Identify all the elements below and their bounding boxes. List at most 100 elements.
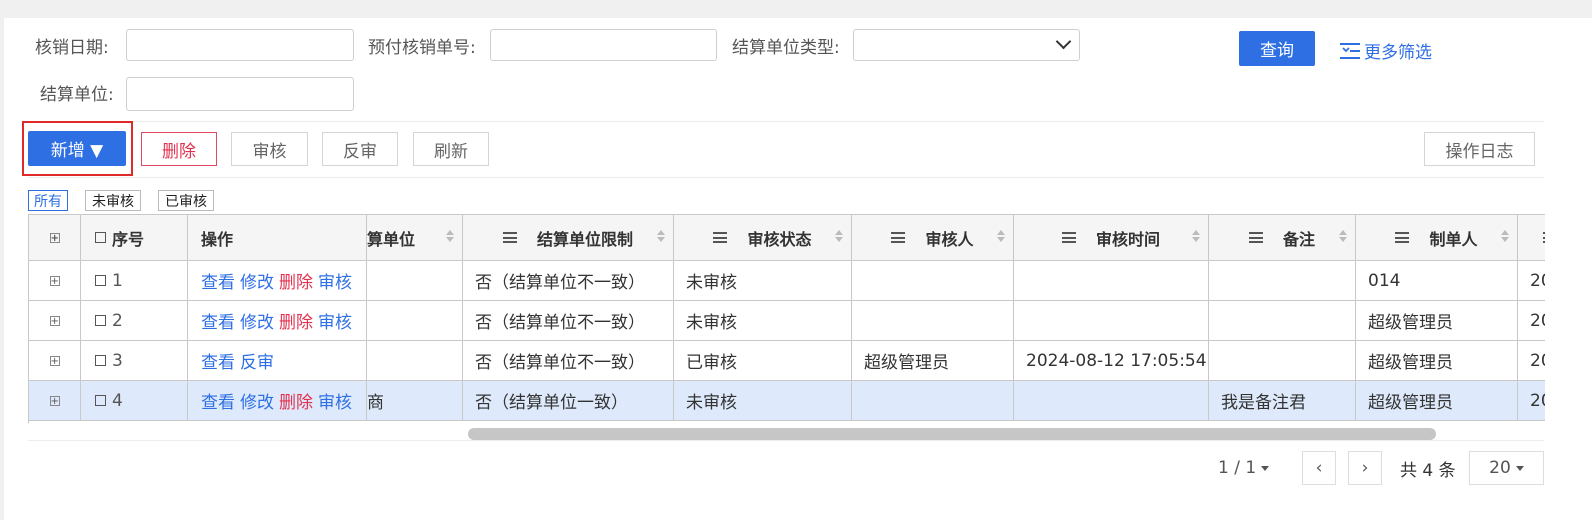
- header-limit[interactable]: 结算单位限制: [463, 215, 674, 261]
- row-checkbox[interactable]: [95, 315, 106, 326]
- sort-icon[interactable]: [997, 230, 1005, 242]
- add-button[interactable]: 新增 ▼: [28, 131, 126, 166]
- expand-cell[interactable]: +: [29, 261, 81, 301]
- prepay-no-input[interactable]: [490, 29, 717, 61]
- unit-cell: 商: [367, 381, 463, 421]
- limit-cell: 否（结算单位不一致）: [463, 301, 674, 341]
- caret-down-icon: [1261, 465, 1270, 471]
- table-row[interactable]: + 4 查看 修改 删除 审核 商 否（结算单位一致） 未审核 我是备注君 超级…: [29, 381, 1545, 421]
- total-count: 共 4 条: [1400, 460, 1456, 481]
- menu-icon[interactable]: [1061, 232, 1076, 243]
- unit-type-select[interactable]: [853, 29, 1080, 61]
- menu-icon[interactable]: [1248, 232, 1263, 243]
- header-remark-label: 备注: [1282, 229, 1315, 249]
- query-button[interactable]: 查询: [1239, 31, 1315, 66]
- table-row[interactable]: + 3 查看 反审 否（结算单位不一致） 已审核 超级管理员 2024-08-1…: [29, 341, 1545, 381]
- write-off-date-input[interactable]: [126, 29, 354, 61]
- delete-link[interactable]: 删除: [279, 388, 313, 413]
- chevron-left-icon: ‹: [1315, 458, 1323, 478]
- tab-all[interactable]: 所有: [28, 190, 68, 211]
- header-status-label: 审核状态: [747, 229, 812, 249]
- edit-link[interactable]: 修改: [240, 388, 274, 413]
- remark-cell: [1209, 301, 1356, 341]
- divider: [28, 440, 1544, 441]
- audit-link[interactable]: 审核: [318, 268, 352, 293]
- audit-button[interactable]: 审核: [231, 132, 308, 166]
- limit-cell: 否（结算单位不一致）: [463, 341, 674, 381]
- table-row[interactable]: + 1 查看 修改 删除 审核 否（结算单位不一致） 未审核 014 20: [29, 261, 1545, 301]
- next-page-button[interactable]: ›: [1348, 451, 1382, 485]
- expand-cell[interactable]: +: [29, 381, 81, 421]
- expand-icon: +: [49, 275, 60, 287]
- expand-all-cell[interactable]: +: [29, 215, 81, 261]
- edit-link[interactable]: 修改: [240, 308, 274, 333]
- header-audit-time[interactable]: 审核时间: [1014, 215, 1209, 261]
- header-seq: 序号: [81, 215, 188, 261]
- divider: [28, 121, 1544, 122]
- unaudit-link[interactable]: 反审: [240, 348, 274, 373]
- sort-icon[interactable]: [1339, 230, 1347, 242]
- expand-icon: +: [49, 355, 60, 367]
- sort-icon[interactable]: [446, 230, 454, 242]
- sort-icon[interactable]: [1501, 230, 1509, 242]
- menu-icon[interactable]: [1543, 232, 1545, 243]
- unit-type-label: 结算单位类型:: [732, 38, 840, 58]
- header-remark[interactable]: 备注: [1209, 215, 1356, 261]
- menu-icon[interactable]: [713, 232, 728, 243]
- sort-icon[interactable]: [835, 230, 843, 242]
- refresh-button[interactable]: 刷新: [413, 132, 489, 166]
- select-all-checkbox[interactable]: [95, 232, 106, 243]
- header-unit[interactable]: 算单位: [367, 215, 463, 261]
- page-indicator[interactable]: 1 / 1: [1218, 451, 1270, 485]
- audit-link[interactable]: 审核: [318, 308, 352, 333]
- view-link[interactable]: 查看: [201, 348, 235, 373]
- header-next[interactable]: [1518, 215, 1545, 261]
- actions-cell: 查看 修改 删除 审核: [188, 261, 367, 301]
- expand-cell[interactable]: +: [29, 341, 81, 381]
- operation-log-button[interactable]: 操作日志: [1424, 132, 1535, 166]
- unit-cell: [367, 261, 463, 301]
- filter-list-icon: [1340, 42, 1360, 59]
- menu-icon[interactable]: [502, 232, 517, 243]
- unit-cell: [367, 341, 463, 381]
- delete-button[interactable]: 删除: [141, 132, 217, 166]
- menu-icon[interactable]: [1395, 232, 1410, 243]
- header-status[interactable]: 审核状态: [674, 215, 852, 261]
- expand-icon: +: [49, 232, 60, 244]
- delete-link[interactable]: 删除: [279, 268, 313, 293]
- row-checkbox[interactable]: [95, 395, 106, 406]
- more-filters-link[interactable]: 更多筛选: [1340, 38, 1432, 63]
- view-link[interactable]: 查看: [201, 308, 235, 333]
- unit-input[interactable]: [126, 77, 354, 111]
- tab-unaudited[interactable]: 未审核: [85, 190, 141, 211]
- unaudit-button[interactable]: 反审: [322, 132, 398, 166]
- prev-page-button[interactable]: ‹: [1302, 451, 1336, 485]
- expand-cell[interactable]: +: [29, 301, 81, 341]
- menu-icon[interactable]: [891, 232, 906, 243]
- creator-cell: 超级管理员: [1356, 381, 1518, 421]
- seq-cell: 2: [81, 301, 188, 341]
- horizontal-scrollbar[interactable]: [468, 428, 1436, 440]
- row-checkbox[interactable]: [95, 275, 106, 286]
- header-creator[interactable]: 制单人: [1356, 215, 1518, 261]
- header-auditor[interactable]: 审核人: [852, 215, 1014, 261]
- tab-audited[interactable]: 已审核: [158, 190, 214, 211]
- table-row[interactable]: + 2 查看 修改 删除 审核 否（结算单位不一致） 未审核 超级管理员 20: [29, 301, 1545, 341]
- chevron-down-icon: [1055, 33, 1072, 50]
- page-size-select[interactable]: 20: [1469, 451, 1544, 485]
- edit-link[interactable]: 修改: [240, 268, 274, 293]
- sort-icon[interactable]: [1192, 230, 1200, 242]
- view-link[interactable]: 查看: [201, 388, 235, 413]
- header-creator-label: 制单人: [1429, 229, 1478, 249]
- header-audit-time-label: 审核时间: [1095, 229, 1160, 249]
- status-cell: 未审核: [674, 381, 852, 421]
- next-cell: 20: [1518, 381, 1545, 421]
- audit-link[interactable]: 审核: [318, 388, 352, 413]
- delete-link[interactable]: 删除: [279, 308, 313, 333]
- row-checkbox[interactable]: [95, 355, 106, 366]
- creator-cell: 超级管理员: [1356, 341, 1518, 381]
- unit-cell: [367, 301, 463, 341]
- view-link[interactable]: 查看: [201, 268, 235, 293]
- sort-icon[interactable]: [657, 230, 665, 242]
- chevron-right-icon: ›: [1361, 458, 1369, 478]
